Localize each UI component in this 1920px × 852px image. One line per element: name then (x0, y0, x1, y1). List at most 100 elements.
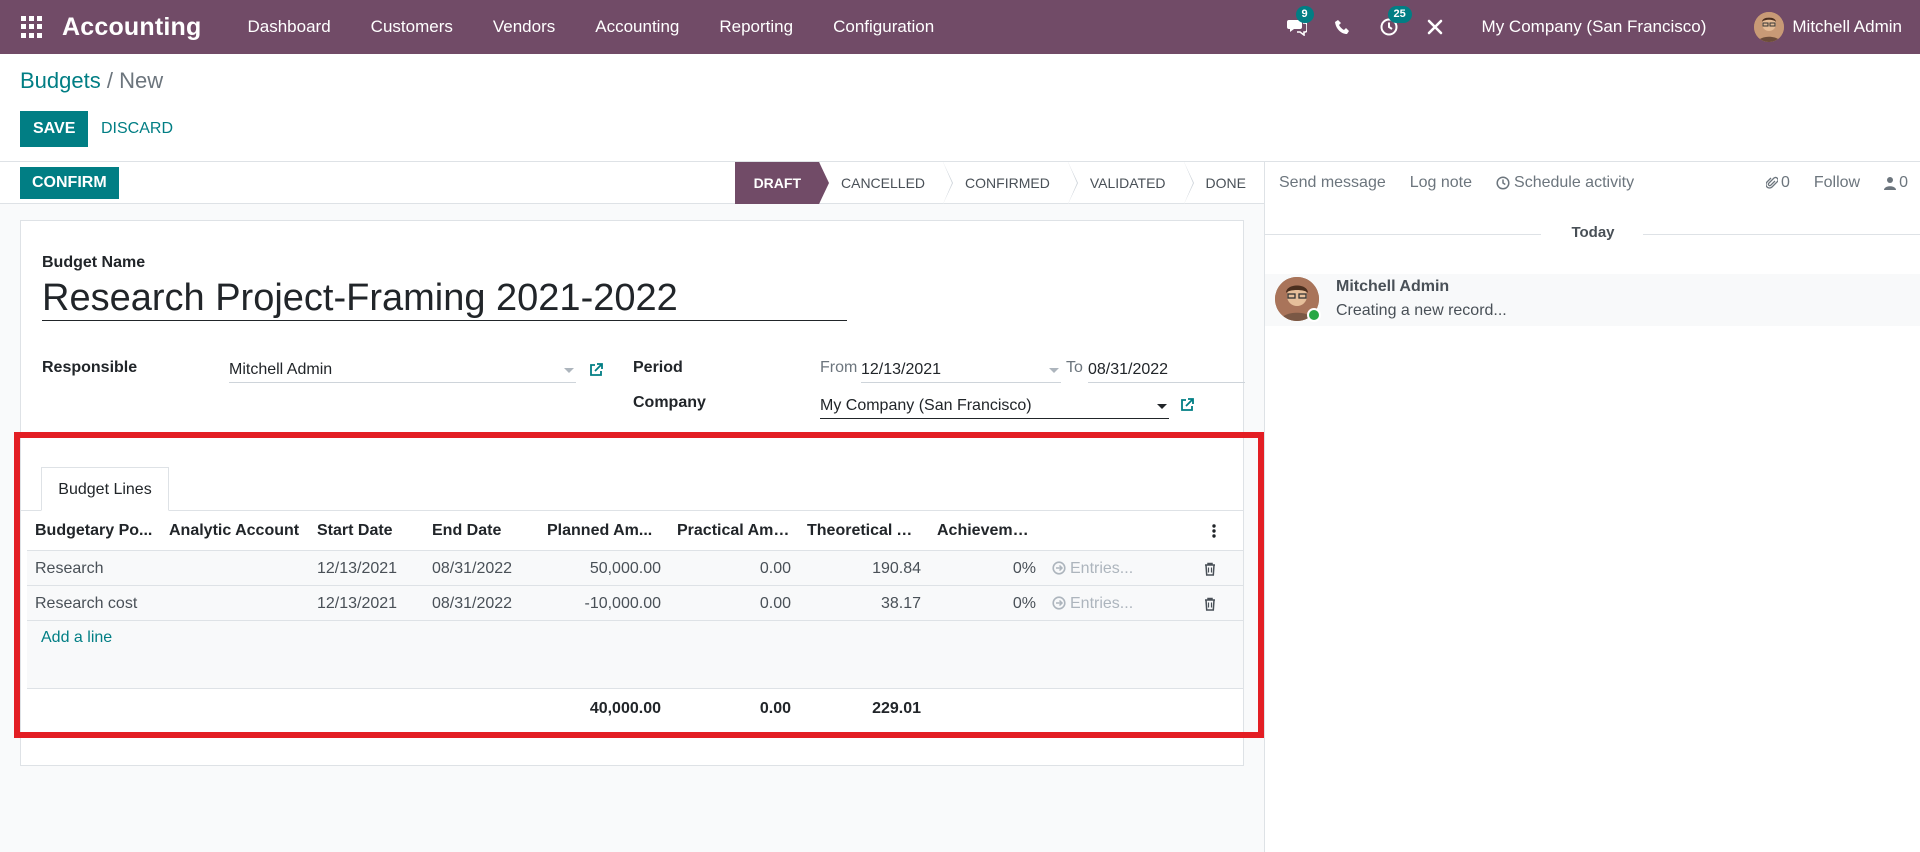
menu-dashboard[interactable]: Dashboard (228, 0, 351, 54)
trash-icon (1205, 597, 1215, 611)
entries-label: Entries... (1070, 559, 1134, 577)
attachments-count: 0 (1780, 174, 1790, 191)
row-theoretical: 190.84 (872, 560, 921, 577)
follow-button[interactable]: Follow (1814, 174, 1860, 192)
clock-icon (1496, 176, 1510, 190)
send-message-button[interactable]: Send message (1279, 174, 1386, 192)
entries-link[interactable]: Entries... (1044, 551, 1164, 585)
entries-link[interactable]: Entries... (1044, 586, 1164, 620)
row-position: Research cost (35, 595, 138, 612)
stage-pipeline: DRAFT CANCELLED CONFIRMED VALIDATED DONE (734, 162, 1264, 204)
breadcrumb-separator: / (106, 68, 113, 93)
col-achievement[interactable]: Achievement (929, 511, 1044, 550)
menu-accounting[interactable]: Accounting (575, 0, 699, 54)
top-navbar: Accounting Dashboard Customers Vendors A… (0, 0, 1920, 54)
external-link-icon[interactable] (1179, 397, 1195, 413)
col-budgetary-position[interactable]: Budgetary Po... (27, 511, 161, 550)
budget-name-label: Budget Name (42, 254, 146, 271)
col-theoretical-amount[interactable]: Theoretical A... (799, 511, 929, 550)
user-icon (1884, 177, 1897, 190)
company-value: My Company (San Francisco) (820, 397, 1032, 414)
period-from-field[interactable]: 12/13/2021 (861, 357, 1061, 383)
col-analytic-account[interactable]: Analytic Account (161, 511, 309, 550)
activity-clock-icon[interactable]: 25 (1376, 6, 1412, 40)
online-status-dot (1307, 308, 1321, 322)
stage-validated[interactable]: VALIDATED (1068, 162, 1194, 204)
trash-icon (1205, 562, 1215, 576)
chatter-panel: Send message Log note Schedule activity … (1264, 162, 1920, 852)
col-start-date[interactable]: Start Date (309, 511, 424, 550)
total-planned: 40,000.00 (589, 700, 661, 717)
add-line-link[interactable]: Add a line (27, 621, 1243, 655)
budget-lines-table: Budgetary Po... Analytic Account Start D… (27, 511, 1243, 727)
menu-reporting[interactable]: Reporting (699, 0, 813, 54)
row-planned: 50,000.00 (589, 560, 661, 577)
confirm-button[interactable]: CONFIRM (20, 167, 119, 199)
optional-columns-toggle[interactable] (1044, 511, 1224, 550)
period-to-field[interactable]: 08/31/2022 (1088, 357, 1245, 383)
company-field[interactable]: My Company (San Francisco) (820, 393, 1169, 419)
external-link-icon[interactable] (588, 362, 604, 378)
row-achievement: 0% (1012, 560, 1036, 577)
phone-icon[interactable] (1330, 14, 1356, 40)
table-footer-totals: 40,000.00 0.00 229.01 (27, 689, 1243, 727)
period-to-value: 08/31/2022 (1088, 361, 1169, 378)
budget-name-input[interactable]: Research Project-Framing 2021-2022 (42, 275, 847, 321)
apps-menu-icon[interactable] (21, 16, 43, 38)
schedule-activity-label: Schedule activity (1514, 174, 1635, 191)
stage-done[interactable]: DONE (1184, 162, 1264, 204)
schedule-activity-button[interactable]: Schedule activity (1496, 174, 1634, 192)
menu-customers[interactable]: Customers (351, 0, 473, 54)
table-row[interactable]: Research cost 12/13/2021 08/31/2022 -10,… (27, 586, 1243, 621)
total-practical: 0.00 (759, 700, 791, 717)
main-menu: Dashboard Customers Vendors Accounting R… (228, 0, 955, 54)
row-analytic (161, 586, 309, 620)
row-start-date: 12/13/2021 (317, 595, 398, 612)
table-row[interactable]: Research 12/13/2021 08/31/2022 50,000.00… (27, 551, 1243, 586)
debug-tools-icon[interactable] (1422, 14, 1448, 40)
breadcrumb: Budgets / New (20, 68, 163, 94)
row-theoretical: 38.17 (880, 595, 921, 612)
period-from-label: From (820, 359, 858, 376)
chatter-followers: 0 Follow 0 (1765, 162, 1920, 204)
row-end-date: 08/31/2022 (432, 560, 513, 577)
delete-row-button[interactable] (1164, 586, 1224, 620)
user-menu[interactable]: Mitchell Admin (1754, 12, 1902, 42)
attachments-button[interactable]: 0 (1765, 174, 1790, 192)
tab-budget-lines[interactable]: Budget Lines (41, 467, 169, 511)
period-label: Period (633, 359, 683, 376)
period-to-label: To (1066, 359, 1083, 376)
row-end-date: 08/31/2022 (432, 595, 513, 612)
col-planned-amount[interactable]: Planned Am... (539, 511, 669, 550)
log-note-button[interactable]: Log note (1410, 174, 1472, 192)
stage-confirmed[interactable]: CONFIRMED (943, 162, 1078, 204)
row-practical: 0.00 (759, 560, 791, 577)
arrow-circle-icon (1052, 561, 1066, 575)
total-theoretical: 229.01 (872, 700, 921, 717)
stage-draft[interactable]: DRAFT (734, 162, 830, 204)
breadcrumb-budgets[interactable]: Budgets (20, 68, 101, 93)
activities-badge: 25 (1387, 6, 1412, 23)
arrow-circle-icon (1052, 596, 1066, 610)
followers-button[interactable]: 0 (1884, 174, 1908, 192)
period-from-value: 12/13/2021 (861, 361, 942, 378)
message-author[interactable]: Mitchell Admin (1336, 278, 1449, 296)
menu-vendors[interactable]: Vendors (473, 0, 575, 54)
responsible-field[interactable]: Mitchell Admin (229, 357, 576, 383)
stage-cancelled[interactable]: CANCELLED (819, 162, 954, 204)
user-name: Mitchell Admin (1792, 17, 1902, 36)
row-analytic (161, 551, 309, 585)
save-button[interactable]: SAVE (20, 111, 89, 147)
col-end-date[interactable]: End Date (424, 511, 539, 550)
menu-configuration[interactable]: Configuration (813, 0, 954, 54)
col-practical-amount[interactable]: Practical Amo... (669, 511, 799, 550)
app-brand[interactable]: Accounting (62, 13, 202, 42)
discard-button[interactable]: DISCARD (88, 111, 186, 147)
chatter-message: Mitchell Admin Creating a new record... (1265, 274, 1920, 326)
status-bar: CONFIRM DRAFT CANCELLED CONFIRMED VALIDA… (0, 162, 1264, 204)
company-label: Company (633, 394, 706, 411)
delete-row-button[interactable] (1164, 551, 1224, 585)
messaging-icon[interactable]: 9 (1284, 6, 1314, 40)
form-sheet: Budget Name Research Project-Framing 202… (20, 220, 1245, 766)
company-switcher[interactable]: My Company (San Francisco) (1482, 17, 1707, 37)
